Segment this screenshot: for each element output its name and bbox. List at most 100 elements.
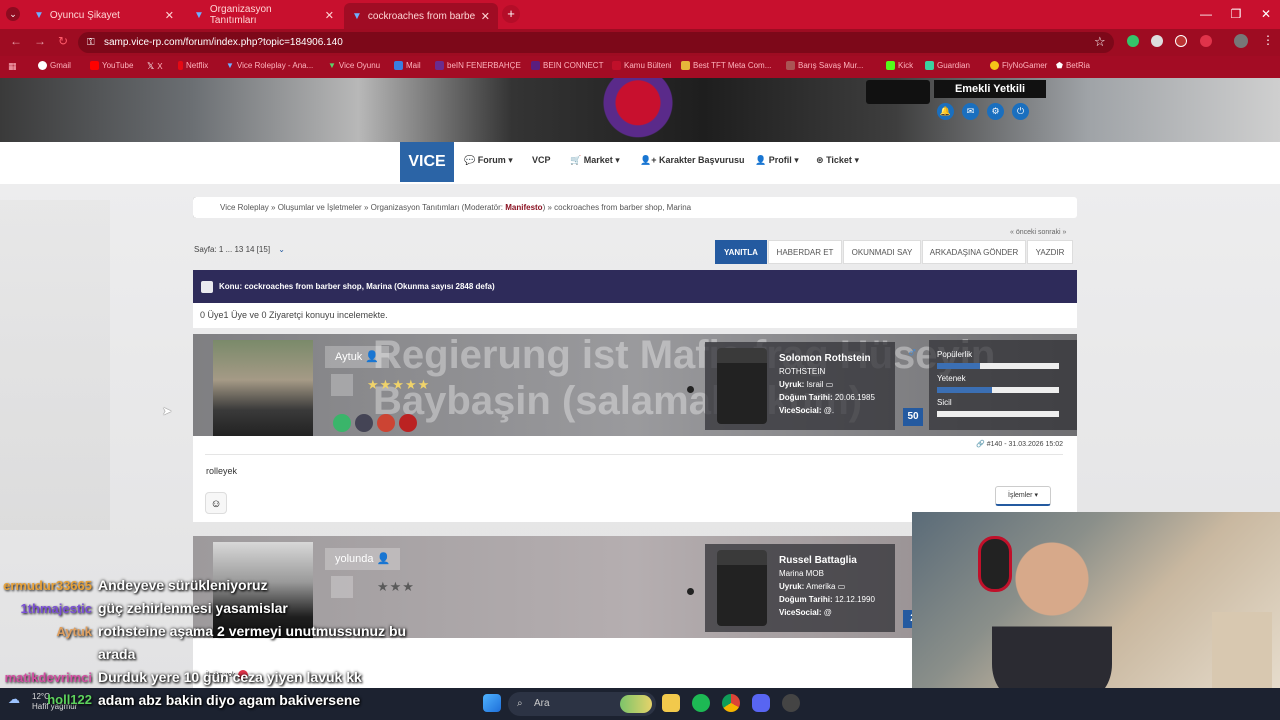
x-logo-icon: 𝕏 <box>147 61 155 71</box>
chat-username: ermudur33665 <box>3 578 92 593</box>
send-to-friend-button[interactable]: ARKADAŞINA GÖNDER <box>922 240 1026 264</box>
chrome-icon[interactable] <box>722 694 740 712</box>
close-icon[interactable]: ✕ <box>325 9 334 22</box>
vice-emblem-logo <box>588 78 688 140</box>
reply-button[interactable]: YANITLA <box>715 240 767 264</box>
bookmark-vice-oyunu[interactable]: ▼ Vice Oyunu <box>328 61 380 70</box>
vice-logo[interactable]: VICE <box>400 142 454 182</box>
mail-icon <box>394 61 403 70</box>
bookmark-mail[interactable]: Mail <box>394 61 421 70</box>
prev-next-links[interactable]: « önceki sonraki » <box>1010 229 1066 236</box>
site-banner <box>0 78 1280 143</box>
logout-icon[interactable]: ⏻ <box>1012 103 1029 120</box>
bookmark-tft[interactable]: Best TFT Meta Com... <box>681 61 771 70</box>
close-window-button[interactable]: ✕ <box>1250 0 1280 29</box>
reload-icon[interactable]: ↻ <box>58 34 68 48</box>
breadcrumb: Vice Roleplay » Oluşumlar ve İşletmeler … <box>193 197 1077 218</box>
discord-icon[interactable] <box>752 694 770 712</box>
bookmark-gmail[interactable]: Gmail <box>38 61 71 70</box>
maximize-button[interactable]: ❐ <box>1220 0 1252 29</box>
breadcrumb-link[interactable]: Vice Roleplay <box>220 203 269 212</box>
bookmark-betria[interactable]: ⬟ BetRia <box>1056 61 1090 70</box>
breadcrumb-link[interactable]: Organizasyon Tanıtımları <box>371 203 460 212</box>
bookmark-star-icon[interactable]: ☆ <box>1094 34 1106 50</box>
bookmark-vice-roleplay[interactable]: ▼ Vice Roleplay - Ana... <box>226 61 313 70</box>
vice-favicon-icon: ▼ <box>194 9 204 21</box>
bookmark-x[interactable]: 𝕏X <box>147 61 163 72</box>
avatar[interactable] <box>213 340 313 436</box>
new-tab-button[interactable]: + <box>502 5 520 23</box>
bookmark-bein-connect[interactable]: BEIN CONNECT <box>531 61 603 70</box>
notifications-bell-icon[interactable]: 🔔 <box>937 103 954 120</box>
post-actions-dropdown[interactable]: İşlemler ▾ <box>995 486 1051 506</box>
tab-current-topic[interactable]: ▼ cockroaches from barber shop... ✕ <box>344 3 498 29</box>
back-icon[interactable]: ← <box>10 34 22 48</box>
tab-search-icon[interactable]: ⌄ <box>6 7 20 21</box>
nav-market[interactable]: 🛒 Market ▾ <box>570 155 620 166</box>
extension-red-icon[interactable] <box>1200 35 1212 47</box>
url-input[interactable]: ⚿ samp.vice-rp.com/forum/index.php?topic… <box>78 32 1114 53</box>
settings-gear-icon[interactable]: ⚙ <box>987 103 1004 120</box>
bookmark-youtube[interactable]: YouTube <box>90 61 133 70</box>
guardian-icon <box>925 61 934 70</box>
pagination[interactable]: Sayfa: 1 ... 13 14 [15] ⌄ <box>194 245 285 254</box>
spotify-icon[interactable] <box>692 694 710 712</box>
taskbar-search[interactable]: ⌕ Ara <box>508 692 656 716</box>
profile-avatar[interactable] <box>1234 34 1248 48</box>
netflix-icon <box>178 61 183 70</box>
minimize-button[interactable]: — <box>1190 0 1222 29</box>
moderator-link[interactable]: Manifesto <box>505 203 542 212</box>
breadcrumb-link[interactable]: Oluşumlar ve İşletmeler <box>278 203 362 212</box>
post-username[interactable]: Aytuk 👤 <box>325 346 390 368</box>
mark-unread-button[interactable]: OKUNMADI SAY <box>843 240 921 264</box>
tab-organizasyon[interactable]: ▼ Organizasyon Tanıtımları ✕ <box>186 4 342 26</box>
chevron-down-icon[interactable]: ⌄ <box>278 245 285 254</box>
bein-icon <box>435 61 444 70</box>
forward-icon[interactable]: → <box>34 34 46 48</box>
rank-emblem <box>331 374 353 396</box>
menu-dots-icon[interactable]: ⋮ <box>1262 33 1274 47</box>
weather-widget[interactable]: ☁ 12°C Hafif yağmur <box>8 692 77 711</box>
character-level: 50 <box>903 408 923 426</box>
google-icon <box>38 61 47 70</box>
extension-puzzle-icon[interactable] <box>1175 35 1187 47</box>
nav-vcp[interactable]: VCP <box>532 155 551 165</box>
stat-bar-fill <box>937 387 992 393</box>
messages-icon[interactable]: ✉ <box>962 103 979 120</box>
nav-profil[interactable]: 👤 Profil ▾ <box>755 155 799 166</box>
bookmark-baris[interactable]: Barış Savaş Mur... <box>786 61 863 70</box>
print-button[interactable]: YAZDIR <box>1027 240 1073 264</box>
notify-button[interactable]: HABERDAR ET <box>768 240 842 264</box>
file-explorer-icon[interactable] <box>662 694 680 712</box>
bookmark-kick[interactable]: Kick <box>886 61 913 70</box>
link-icon[interactable]: 🔗 <box>976 441 985 448</box>
cloud-rain-icon: ☁ <box>8 692 20 706</box>
extension-shield-icon[interactable] <box>1127 35 1139 47</box>
bookmark-netflix[interactable]: Netflix <box>178 61 208 70</box>
tab-oyuncu-sikayet[interactable]: ▼ Oyuncu Şikayet ✕ <box>26 4 182 26</box>
app-icon[interactable] <box>782 694 800 712</box>
bookmark-guardian[interactable]: Guardian <box>925 61 970 70</box>
close-icon[interactable]: ✕ <box>481 10 490 23</box>
medal-badge-icon <box>355 414 373 432</box>
extension-circle-icon[interactable] <box>1151 35 1163 47</box>
nav-forum[interactable]: 💬 Forum ▾ <box>464 155 513 166</box>
bookmark-fenerbahce[interactable]: beIN FENERBAHÇE <box>435 61 521 70</box>
rank-stars: ★★★ <box>377 579 415 594</box>
post-username[interactable]: yolunda 👤 <box>325 548 401 570</box>
apps-grid-icon[interactable]: ▦ <box>8 61 17 72</box>
user-icon: 👤 <box>365 351 380 363</box>
nav-ticket[interactable]: ⊛ Ticket ▾ <box>816 155 859 166</box>
caret-down-icon: ▾ <box>854 155 859 165</box>
breadcrumb-current: cockroaches from barber shop, Marina <box>554 203 692 212</box>
close-icon[interactable]: ✕ <box>165 9 174 22</box>
character-card[interactable]: Solomon Rothstein ROTHSTEIN Uyruk: Israi… <box>705 342 895 430</box>
bookmark-flynogamer[interactable]: FlyNoGamer <box>990 61 1047 70</box>
character-card[interactable]: Russel Battaglia Marina MOB Uyruk: Ameri… <box>705 544 895 632</box>
windows-start-icon[interactable] <box>483 694 501 712</box>
like-emoji-button[interactable]: ☺ <box>205 492 227 514</box>
site-info-icon[interactable]: ⚿ <box>87 32 95 53</box>
bookmark-kamu-bulteni[interactable]: Kamu Bülteni <box>612 61 672 70</box>
chat-username: holl122 <box>47 692 92 707</box>
nav-karakter-basvurusu[interactable]: 👤+ Karakter Başvurusu <box>640 155 745 166</box>
